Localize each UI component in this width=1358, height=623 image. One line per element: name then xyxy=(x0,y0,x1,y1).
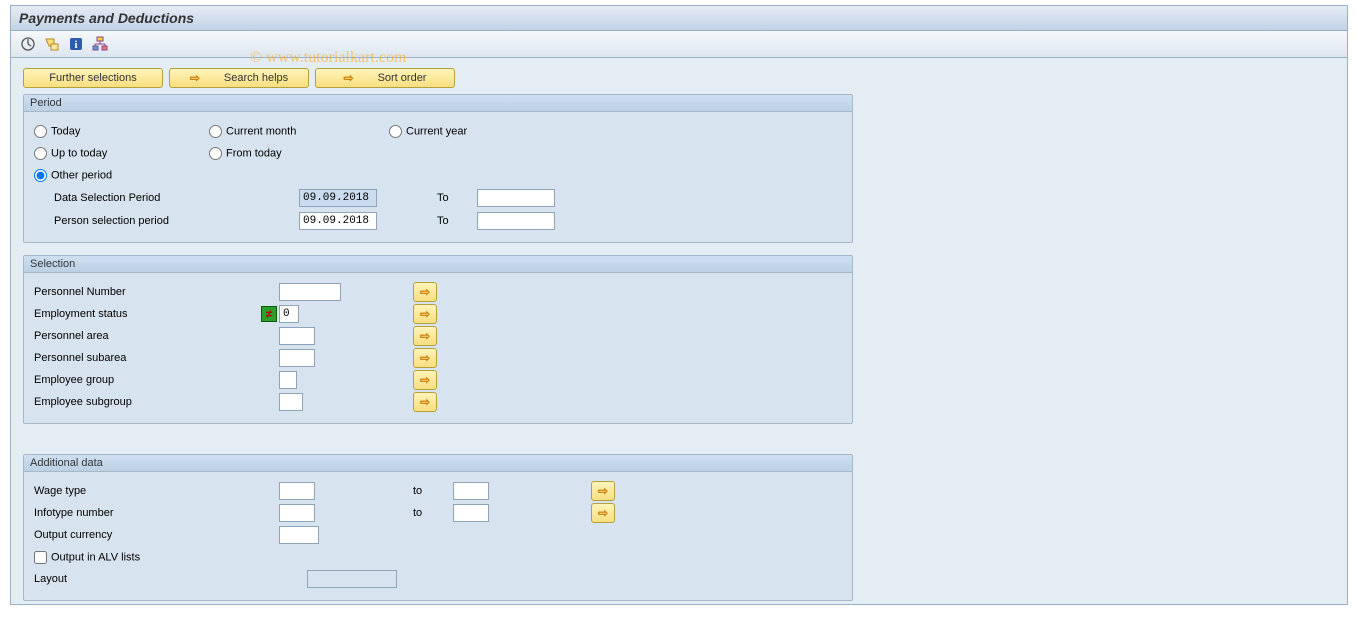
data-selection-to-label: To xyxy=(437,192,477,204)
sort-order-label: Sort order xyxy=(378,72,427,84)
info-icon[interactable]: i xyxy=(67,35,85,53)
data-selection-to-input[interactable] xyxy=(477,189,555,207)
employment-status-input[interactable] xyxy=(279,305,299,323)
selection-legend: Selection xyxy=(24,256,852,273)
radio-up-to-today[interactable]: Up to today xyxy=(34,147,209,160)
personnel-number-label: Personnel Number xyxy=(34,286,239,298)
personnel-subarea-input[interactable] xyxy=(279,349,315,367)
output-currency-input[interactable] xyxy=(279,526,319,544)
layout-input xyxy=(307,570,397,588)
radio-from-today-label: From today xyxy=(226,147,282,159)
radio-today[interactable]: Today xyxy=(34,125,209,138)
data-selection-from-input[interactable] xyxy=(299,189,377,207)
infotype-number-from-input[interactable] xyxy=(279,504,315,522)
selection-buttons-row: Further selections ⇨ Search helps ⇨ Sort… xyxy=(23,68,1335,88)
additional-data-group: Additional data Wage type to ⇨ Infotype … xyxy=(23,454,853,601)
employee-subgroup-input[interactable] xyxy=(279,393,303,411)
output-alv-checkbox[interactable]: Output in ALV lists xyxy=(34,551,140,564)
personnel-area-label: Personnel area xyxy=(34,330,239,342)
radio-other-period[interactable]: Other period xyxy=(34,169,209,182)
period-group: Period Today Current month Current year … xyxy=(23,94,853,243)
get-variant-icon[interactable] xyxy=(43,35,61,53)
employment-status-multiselect-button[interactable]: ⇨ xyxy=(413,304,437,324)
wage-type-multiselect-button[interactable]: ⇨ xyxy=(591,481,615,501)
wage-type-label: Wage type xyxy=(34,485,259,497)
page-title: Payments and Deductions xyxy=(11,6,1347,31)
personnel-number-input[interactable] xyxy=(279,283,341,301)
radio-current-year-label: Current year xyxy=(406,125,467,137)
radio-up-to-today-label: Up to today xyxy=(51,147,107,159)
employee-group-multiselect-button[interactable]: ⇨ xyxy=(413,370,437,390)
person-selection-from-input[interactable] xyxy=(299,212,377,230)
personnel-area-input[interactable] xyxy=(279,327,315,345)
radio-current-month-label: Current month xyxy=(226,125,296,137)
infotype-number-to-input[interactable] xyxy=(453,504,489,522)
employee-group-label: Employee group xyxy=(34,374,239,386)
person-selection-to-label: To xyxy=(437,215,477,227)
app-toolbar: i xyxy=(11,31,1347,58)
infotype-number-label: Infotype number xyxy=(34,507,259,519)
radio-today-label: Today xyxy=(51,125,80,137)
wage-type-to-label: to xyxy=(413,485,453,497)
employee-subgroup-multiselect-button[interactable]: ⇨ xyxy=(413,392,437,412)
person-selection-to-input[interactable] xyxy=(477,212,555,230)
infotype-number-to-label: to xyxy=(413,507,453,519)
output-currency-label: Output currency xyxy=(34,529,259,541)
employee-group-input[interactable] xyxy=(279,371,297,389)
content-area: Further selections ⇨ Search helps ⇨ Sort… xyxy=(11,58,1347,604)
personnel-subarea-multiselect-button[interactable]: ⇨ xyxy=(413,348,437,368)
not-equal-icon[interactable]: ≠ xyxy=(261,306,277,322)
further-selections-button[interactable]: Further selections xyxy=(23,68,163,88)
data-selection-period-label: Data Selection Period xyxy=(34,192,209,204)
app-window: Payments and Deductions i Further select… xyxy=(10,5,1348,605)
output-alv-label: Output in ALV lists xyxy=(51,551,140,563)
data-structure-icon[interactable] xyxy=(91,35,109,53)
svg-text:i: i xyxy=(74,39,77,51)
personnel-subarea-label: Personnel subarea xyxy=(34,352,239,364)
execute-icon[interactable] xyxy=(19,35,37,53)
further-selections-label: Further selections xyxy=(49,72,136,84)
radio-from-today[interactable]: From today xyxy=(209,147,389,160)
wage-type-from-input[interactable] xyxy=(279,482,315,500)
personnel-number-multiselect-button[interactable]: ⇨ xyxy=(413,282,437,302)
search-helps-button[interactable]: ⇨ Search helps xyxy=(169,68,309,88)
personnel-area-multiselect-button[interactable]: ⇨ xyxy=(413,326,437,346)
arrow-icon: ⇨ xyxy=(190,71,200,85)
arrow-icon: ⇨ xyxy=(344,71,354,85)
person-selection-period-label: Person selection period xyxy=(34,215,209,227)
period-legend: Period xyxy=(24,95,852,112)
search-helps-label: Search helps xyxy=(224,72,288,84)
employment-status-label: Employment status xyxy=(34,308,239,320)
radio-current-year[interactable]: Current year xyxy=(389,125,569,138)
layout-label: Layout xyxy=(34,573,259,585)
sort-order-button[interactable]: ⇨ Sort order xyxy=(315,68,455,88)
selection-group: Selection Personnel Number ⇨ Employment … xyxy=(23,255,853,424)
radio-other-period-label: Other period xyxy=(51,169,112,181)
employee-subgroup-label: Employee subgroup xyxy=(34,396,239,408)
infotype-number-multiselect-button[interactable]: ⇨ xyxy=(591,503,615,523)
additional-data-legend: Additional data xyxy=(24,455,852,472)
wage-type-to-input[interactable] xyxy=(453,482,489,500)
radio-current-month[interactable]: Current month xyxy=(209,125,389,138)
